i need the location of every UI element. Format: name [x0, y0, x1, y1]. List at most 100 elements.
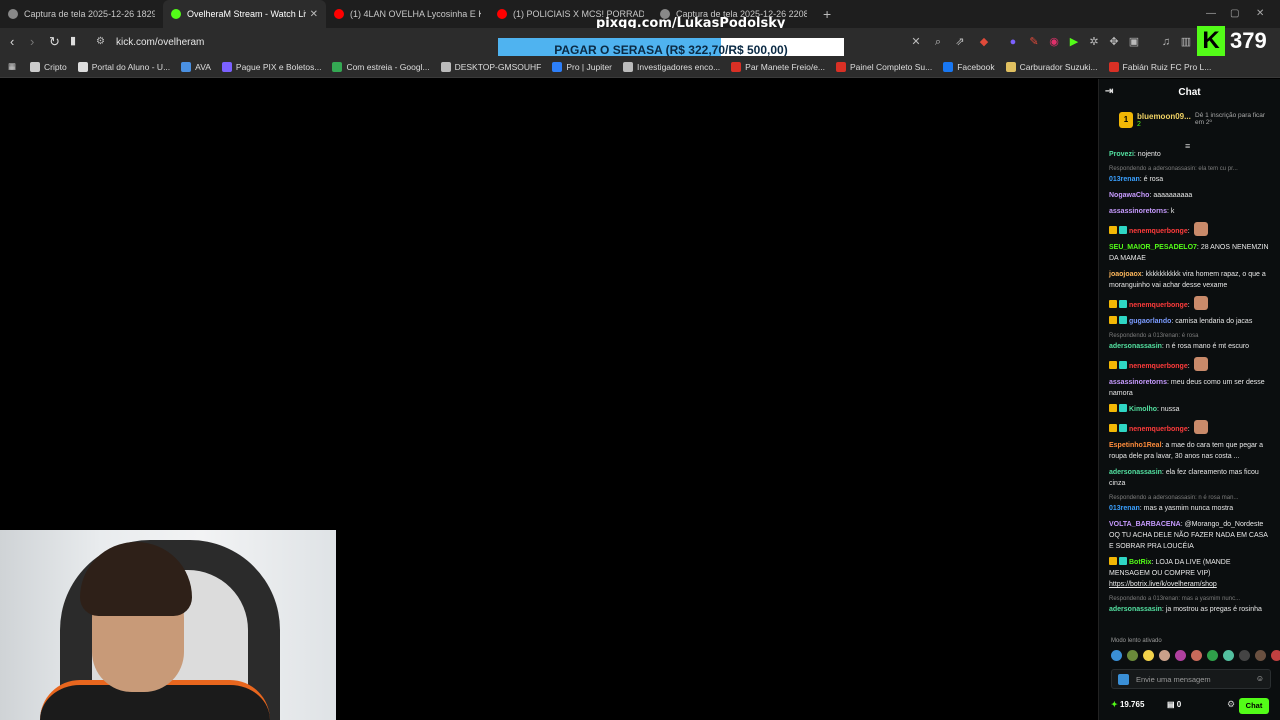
bookmark-item[interactable]: Facebook: [943, 61, 995, 72]
chat-message[interactable]: Respondendo a 013renan: mas a yasmim nun…: [1109, 595, 1271, 615]
chat-username[interactable]: Kimolho: [1129, 406, 1157, 413]
chat-username[interactable]: Espetinho1Real: [1109, 442, 1162, 449]
chat-username[interactable]: BotRix: [1129, 559, 1152, 566]
extension-icon[interactable]: ▶: [1068, 36, 1080, 48]
chat-message[interactable]: NogawaCho: aaaaaaaaaa: [1109, 190, 1271, 201]
chat-message[interactable]: Respondendo a 013renan: é rosa adersonass…: [1109, 332, 1271, 352]
chat-message[interactable]: Kimolho: nussa: [1109, 404, 1271, 415]
extension-icon[interactable]: ●: [1007, 36, 1019, 48]
apps-icon[interactable]: ▦: [8, 61, 16, 72]
quick-emote-icon[interactable]: [1127, 650, 1138, 661]
extension-icon[interactable]: ✲: [1088, 36, 1100, 48]
media-icon[interactable]: ♫: [1160, 36, 1172, 48]
chat-link[interactable]: https://botrix.live/k/ovelheram/shop: [1109, 581, 1217, 588]
quick-emote-icon[interactable]: [1271, 650, 1280, 661]
bookmark-item[interactable]: Pague PIX e Boletos...: [221, 61, 321, 72]
chat-message[interactable]: nenemquerbonge:: [1109, 222, 1271, 237]
chat-message[interactable]: Respondendo a adersonassasin: ela tem cu…: [1109, 165, 1271, 185]
quick-emote-icon[interactable]: [1191, 650, 1202, 661]
bookmark-item[interactable]: AVA: [181, 61, 211, 72]
quick-emote-icon[interactable]: [1223, 650, 1234, 661]
collapse-chat-icon[interactable]: ⇥: [1105, 86, 1113, 97]
chat-input[interactable]: Envie uma mensagem ☺: [1111, 669, 1271, 689]
chat-username[interactable]: adersonassasin: [1109, 469, 1162, 476]
send-chat-button[interactable]: Chat: [1239, 698, 1269, 714]
browser-tab[interactable]: (1) 4LAN OVELHA Lycosinha E KIKIR: [326, 0, 489, 28]
channel-points[interactable]: ✦ 19.765: [1111, 700, 1144, 709]
minimize-icon[interactable]: —: [1206, 8, 1216, 19]
chat-username[interactable]: nenemquerbonge: [1129, 363, 1188, 370]
chat-message[interactable]: nenemquerbonge:: [1109, 357, 1271, 372]
chat-username[interactable]: Provezi: [1109, 151, 1134, 158]
share-icon[interactable]: ⇗: [954, 36, 966, 48]
bookmark-item[interactable]: Fabián Ruiz FC Pro L...: [1108, 61, 1211, 72]
bookmark-item[interactable]: Painel Completo Su...: [836, 61, 932, 72]
browser-tab[interactable]: OvelheraM Stream - Watch Live ✕: [163, 0, 326, 28]
chat-username[interactable]: assassinoretorns: [1109, 379, 1167, 386]
chat-username[interactable]: nenemquerbonge: [1129, 228, 1188, 235]
chat-message[interactable]: VOLTA_BARBACENA: @Morango_do_Nordeste OQ…: [1109, 519, 1271, 552]
chat-message[interactable]: Provezi: nojento: [1109, 149, 1271, 160]
chat-message[interactable]: assassinoretorns: meu deus como um ser d…: [1109, 377, 1271, 399]
quick-emote-icon[interactable]: [1111, 650, 1122, 661]
close-window-icon[interactable]: ✕: [1256, 8, 1264, 19]
quick-emote-icon[interactable]: [1255, 650, 1266, 661]
pinned-gifter[interactable]: 1 bluemoon09... 2 Dê 1 inscrição para fi…: [1099, 105, 1280, 135]
chat-message[interactable]: gugaorlando: camisa lendaria do jacas: [1109, 316, 1271, 327]
bookmark-icon[interactable]: ▮: [70, 34, 76, 47]
forward-icon[interactable]: ›: [30, 34, 34, 49]
bookmark-item[interactable]: Par Manete Freio/e...: [731, 61, 825, 72]
chat-username[interactable]: NogawaCho: [1109, 192, 1149, 199]
chat-username[interactable]: nenemquerbonge: [1129, 426, 1188, 433]
chat-message[interactable]: BotRix: LOJA DA LIVE (MANDE MENSAGEM OU …: [1109, 557, 1271, 590]
maximize-icon[interactable]: ▢: [1230, 8, 1239, 19]
bookmark-item[interactable]: DESKTOP-GMSOUHF: [440, 61, 541, 72]
brave-shield-icon[interactable]: ◆: [978, 36, 990, 48]
bookmark-item[interactable]: Carburador Suzuki...: [1005, 61, 1098, 72]
chat-username[interactable]: nenemquerbonge: [1129, 302, 1188, 309]
quick-emote-icon[interactable]: [1143, 650, 1154, 661]
zoom-icon[interactable]: ⌕: [932, 36, 944, 48]
site-settings-icon[interactable]: ⚙: [96, 36, 105, 47]
chat-username[interactable]: adersonassasin: [1109, 343, 1162, 350]
quick-emote-icon[interactable]: [1207, 650, 1218, 661]
sidebar-icon[interactable]: ▥: [1180, 36, 1192, 48]
chat-message[interactable]: SEU_MAIOR_PESADELO7: 28 ANOS NENEMZIN DA…: [1109, 242, 1271, 264]
chat-message[interactable]: nenemquerbonge:: [1109, 296, 1271, 311]
screenshot-icon[interactable]: ▣: [1128, 36, 1140, 48]
mute-icon[interactable]: ✕: [910, 36, 922, 48]
chat-message[interactable]: Respondendo a adersonassasin: n é rosa m…: [1109, 494, 1271, 514]
chat-username[interactable]: 013renan: [1109, 505, 1140, 512]
chat-message[interactable]: Espetinho1Real: a mae do cara tem que pe…: [1109, 440, 1271, 462]
quick-emote-icon[interactable]: [1239, 650, 1250, 661]
browser-tab[interactable]: Captura de tela 2025-12-26 182933: [0, 0, 163, 28]
bookmark-item[interactable]: Com estreia - Googl...: [332, 61, 430, 72]
chat-username[interactable]: SEU_MAIOR_PESADELO7: [1109, 244, 1197, 251]
chat-username[interactable]: gugaorlando: [1129, 318, 1171, 325]
bookmark-item[interactable]: Portal do Aluno - U...: [77, 61, 170, 72]
bookmark-item[interactable]: Cripto: [30, 61, 67, 72]
chat-message[interactable]: adersonassasin: ela fez clareamento mas …: [1109, 467, 1271, 489]
quick-emote-icon[interactable]: [1175, 650, 1186, 661]
chat-username[interactable]: adersonassasin: [1109, 606, 1162, 613]
back-icon[interactable]: ‹: [10, 34, 14, 49]
extension-icon[interactable]: ✎: [1028, 36, 1040, 48]
bookmark-item[interactable]: Pro | Jupiter: [552, 61, 612, 72]
emoji-icon[interactable]: ☺: [1256, 674, 1264, 683]
subs-count[interactable]: ▤ 0: [1167, 700, 1181, 709]
chat-username[interactable]: 013renan: [1109, 176, 1140, 183]
reload-icon[interactable]: ↻: [49, 34, 60, 50]
new-tab-icon[interactable]: +: [823, 6, 831, 22]
address-input[interactable]: ⚙ kick.com/ovelheram: [88, 31, 498, 53]
extension-icon[interactable]: ◉: [1048, 36, 1060, 48]
chat-username[interactable]: joaojoaox: [1109, 271, 1142, 278]
chat-message[interactable]: nenemquerbonge:: [1109, 420, 1271, 435]
close-tab-icon[interactable]: ✕: [310, 9, 318, 20]
chat-username[interactable]: VOLTA_BARBACENA: [1109, 521, 1181, 528]
bookmark-item[interactable]: Investigadores enco...: [623, 61, 720, 72]
chat-username[interactable]: assassinoretorns: [1109, 208, 1167, 215]
puzzle-icon[interactable]: ✥: [1108, 36, 1120, 48]
chat-message[interactable]: joaojoaox: kkkkkkkkkk vira homem rapaz, …: [1109, 269, 1271, 291]
quick-emote-icon[interactable]: [1159, 650, 1170, 661]
chat-settings-icon[interactable]: ⚙: [1227, 699, 1235, 710]
